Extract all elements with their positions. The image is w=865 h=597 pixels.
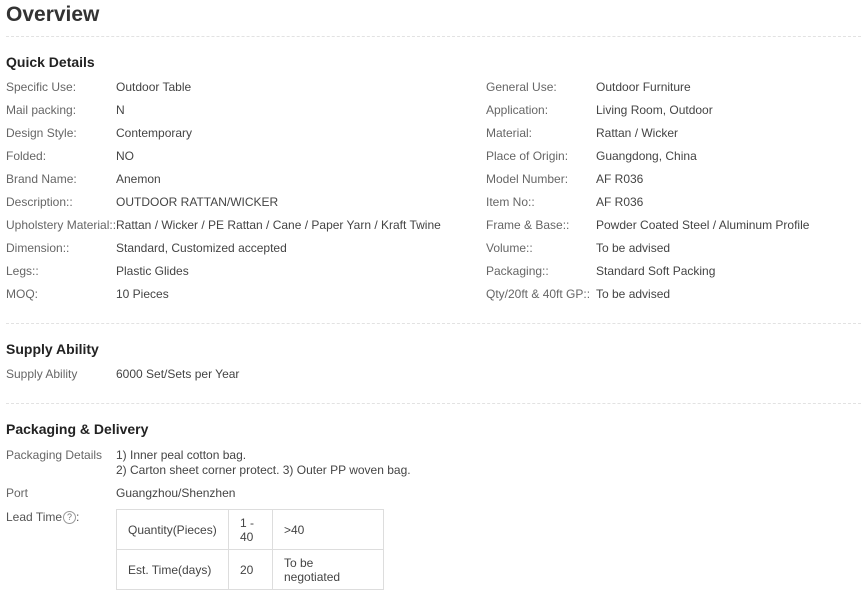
detail-row: Model Number: AF R036 [486,168,809,191]
quick-details-left-column: Specific Use: Outdoor Table Mail packing: N… [6,76,441,306]
detail-row: Application: Living Room, Outdoor [486,99,809,122]
detail-label: Place of Origin: [486,149,569,163]
port-row: Port Guangzhou/Shenzhen [6,486,235,501]
detail-label: Dimension:: [6,241,70,255]
product-overview-page: Overview Quick Details Specific Use: Outd… [0,0,865,597]
detail-row: Volume:: To be advised [486,237,809,260]
detail-row: Place of Origin: Guangdong, China [486,145,809,168]
detail-row: Item No:: AF R036 [486,191,809,214]
detail-label: Description:: [6,195,73,209]
detail-value: Contemporary [116,126,193,140]
detail-row: Dimension:: Standard, Customized accepted [6,237,441,260]
detail-value: To be advised [596,241,671,255]
detail-label: Model Number: [486,172,569,186]
detail-value: OUTDOOR RATTAN/WICKER [116,195,279,209]
detail-row: Qty/20ft & 40ft GP:: To be advised [486,283,809,306]
detail-label: Frame & Base:: [486,218,570,232]
detail-value: Anemon [116,172,161,186]
detail-value: AF R036 [596,172,644,186]
detail-label: MOQ: [6,287,38,301]
detail-value: Standard, Customized accepted [116,241,287,255]
detail-row: Folded: NO [6,145,441,168]
table-row: Est. Time(days) 20 To be negotiated [116,549,384,590]
table-cell: Quantity(Pieces) [116,509,229,550]
detail-row: MOQ: 10 Pieces [6,283,441,306]
detail-label: Brand Name: [6,172,77,186]
page-title: Overview [6,3,100,26]
detail-row: Design Style: Contemporary [6,122,441,145]
detail-label: Item No:: [486,195,535,209]
detail-value: Rattan / Wicker / PE Rattan / Cane / Pap… [116,218,441,232]
detail-label: Design Style: [6,126,77,140]
detail-value: Rattan / Wicker [596,126,679,140]
detail-label: Upholstery Material:: [6,218,117,232]
lead-time-table: Quantity(Pieces) 1 - 40 >40 Est. Time(da… [116,509,384,590]
quick-details-right-column: General Use: Outdoor Furniture Application… [486,76,809,306]
quick-details-heading: Quick Details [6,54,95,70]
detail-row: Specific Use: Outdoor Table [6,76,441,99]
detail-value: To be advised [596,287,671,301]
divider [6,323,861,324]
supply-ability-label: Supply Ability [6,367,78,381]
supply-ability-heading: Supply Ability [6,341,99,357]
table-cell: Est. Time(days) [116,549,229,590]
detail-label: Mail packing: [6,103,77,117]
detail-row: Brand Name: Anemon [6,168,441,191]
detail-row: Material: Rattan / Wicker [486,122,809,145]
detail-label: General Use: [486,80,557,94]
table-row: Quantity(Pieces) 1 - 40 >40 [116,509,384,550]
divider [6,403,861,404]
table-cell: 20 [228,549,273,590]
detail-value: Outdoor Furniture [596,80,691,94]
detail-value: 10 Pieces [116,287,169,301]
detail-value: Living Room, Outdoor [596,103,713,117]
detail-value: NO [116,149,134,163]
detail-value: Standard Soft Packing [596,264,716,278]
packaging-details-value: 1) Inner peal cotton bag. 2) Carton shee… [116,448,411,478]
detail-value: N [116,103,125,117]
divider [6,36,861,37]
packaging-delivery-heading: Packaging & Delivery [6,421,149,437]
detail-label: Qty/20ft & 40ft GP:: [486,287,591,301]
detail-label: Folded: [6,149,47,163]
table-cell: >40 [272,509,384,550]
detail-label: Material: [486,126,533,140]
detail-row: Mail packing: N [6,99,441,122]
port-value: Guangzhou/Shenzhen [116,486,236,500]
detail-value: Guangdong, China [596,149,697,163]
packaging-details-row: Packaging Details 1) Inner peal cotton b… [6,448,411,478]
detail-label: Specific Use: [6,80,77,94]
supply-ability-row: Supply Ability 6000 Set/Sets per Year [6,363,239,386]
detail-row: Packaging:: Standard Soft Packing [486,260,809,283]
detail-label: Packaging:: [486,264,549,278]
supply-ability-value: 6000 Set/Sets per Year [116,367,240,381]
detail-label: Legs:: [6,264,39,278]
table-cell: 1 - 40 [228,509,273,550]
detail-row: Description:: OUTDOOR RATTAN/WICKER [6,191,441,214]
table-cell: To be negotiated [272,549,384,590]
detail-label: Volume:: [486,241,533,255]
detail-row: General Use: Outdoor Furniture [486,76,809,99]
detail-row: Legs:: Plastic Glides [6,260,441,283]
port-label: Port [6,486,29,500]
packaging-details-line: 1) Inner peal cotton bag. [116,448,247,462]
detail-label: Application: [486,103,549,117]
help-icon[interactable]: ? [63,511,77,525]
detail-row: Frame & Base:: Powder Coated Steel / Alum… [486,214,809,237]
detail-value: Powder Coated Steel / Aluminum Profile [596,218,810,232]
lead-time-label-row: Lead Time?: [6,510,80,525]
detail-value: Plastic Glides [116,264,189,278]
packaging-details-label: Packaging Details [6,448,103,462]
detail-value: AF R036 [596,195,644,209]
detail-row: Upholstery Material:: Rattan / Wicker / P… [6,214,441,237]
packaging-details-line: 2) Carton sheet corner protect. 3) Outer… [116,463,411,477]
detail-value: Outdoor Table [116,80,192,94]
lead-time-label: Lead Time [6,510,63,524]
